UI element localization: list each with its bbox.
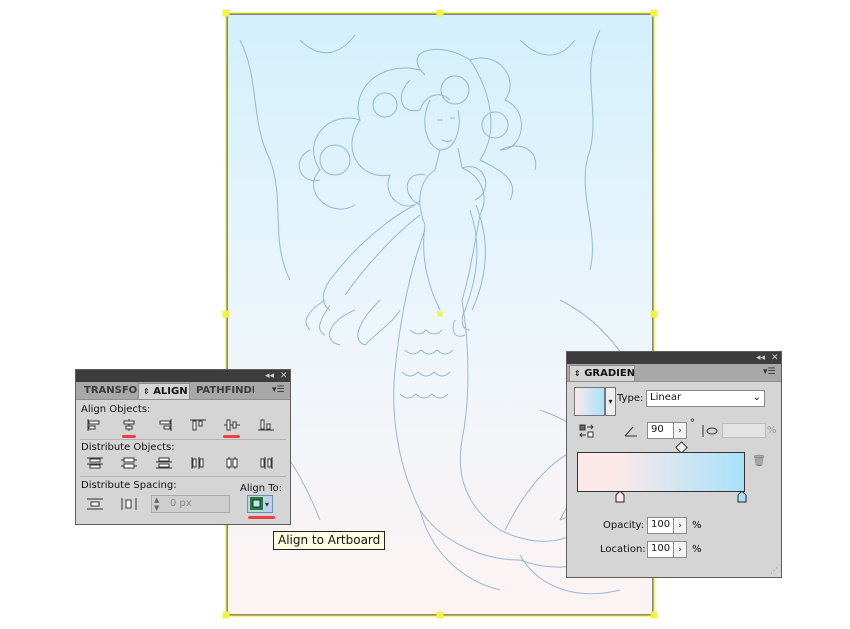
- vertical-align-center-icon[interactable]: [221, 416, 243, 434]
- gradient-panel: ◂◂ ✕ ⇕ GRADIENT ▾☰ ▾ Type: Linear ⌄ 90 ›…: [566, 351, 782, 578]
- tab-align[interactable]: ⇕ ALIGN: [138, 383, 190, 399]
- gradient-panel-titlebar[interactable]: ◂◂ ✕: [567, 352, 781, 364]
- location-field[interactable]: 100: [647, 541, 674, 558]
- opacity-arrow-button[interactable]: ›: [673, 517, 687, 534]
- angle-icon: [622, 422, 640, 440]
- type-select[interactable]: Linear ⌄: [646, 390, 765, 407]
- location-label: Location:: [600, 544, 646, 555]
- tab-align-label: ALIGN: [153, 386, 188, 397]
- horizontal-distribute-right-icon[interactable]: [255, 454, 277, 472]
- gradient-slider[interactable]: [577, 452, 745, 492]
- opacity-field[interactable]: 100: [647, 517, 674, 534]
- chevron-down-icon: ⌄: [752, 392, 761, 403]
- vertical-align-top-icon[interactable]: [187, 416, 209, 434]
- aspect-ratio-field: [722, 423, 766, 438]
- close-icon[interactable]: ✕: [280, 370, 288, 382]
- vertical-distribute-bottom-icon[interactable]: [153, 454, 175, 472]
- gradient-stop-end[interactable]: [737, 490, 747, 503]
- angle-unit: °: [690, 418, 695, 429]
- gradient-stop-start[interactable]: [615, 490, 625, 503]
- spacing-stepper[interactable]: ▲ ▼ 0 px: [151, 495, 230, 513]
- horizontal-distribute-center-icon[interactable]: [221, 454, 243, 472]
- tab-gradient-label: GRADIENT: [584, 368, 635, 379]
- align-objects-label: Align Objects:: [81, 404, 151, 415]
- tab-pathfinder[interactable]: PATHFINDE: [192, 383, 254, 399]
- resize-grip-icon[interactable]: ⋰: [770, 566, 778, 575]
- spacing-input[interactable]: 0 px: [170, 498, 192, 509]
- align-panel: ◂◂ ✕ TRANSFOR ⇕ ALIGN PATHFINDE ▾☰ Align…: [75, 369, 291, 525]
- close-icon[interactable]: ✕: [771, 352, 779, 364]
- gradient-swatch[interactable]: [574, 387, 605, 416]
- horizontal-align-left-icon[interactable]: [84, 416, 106, 434]
- panel-menu-icon[interactable]: ▾☰: [763, 367, 776, 377]
- separator: [80, 476, 286, 477]
- highlight-mark: [122, 435, 136, 438]
- vertical-align-bottom-icon[interactable]: [255, 416, 277, 434]
- opacity-label: Opacity:: [603, 520, 645, 531]
- svg-text:▾: ▾: [265, 500, 269, 509]
- vertical-distribute-top-icon[interactable]: [84, 454, 106, 472]
- vertical-distribute-space-icon[interactable]: [84, 495, 106, 513]
- vertical-distribute-center-icon[interactable]: [118, 454, 140, 472]
- horizontal-align-center-icon[interactable]: [118, 416, 140, 434]
- align-tab-row: TRANSFOR ⇕ ALIGN PATHFINDE ▾☰: [76, 382, 290, 400]
- align-to-artboard-button[interactable]: ▾: [247, 495, 273, 513]
- angle-field[interactable]: 90: [647, 422, 674, 439]
- tab-transform[interactable]: TRANSFOR: [80, 383, 138, 399]
- swatch-dropdown[interactable]: ▾: [605, 387, 616, 416]
- stepper-arrows-icon[interactable]: ▲ ▼: [154, 496, 159, 512]
- align-panel-titlebar[interactable]: ◂◂ ✕: [76, 370, 290, 382]
- collapse-icon[interactable]: ◂◂: [265, 370, 274, 382]
- location-unit: %: [692, 544, 702, 555]
- location-arrow-button[interactable]: ›: [673, 541, 687, 558]
- tab-gradient[interactable]: ⇕ GRADIENT: [569, 365, 635, 381]
- gradient-tab-row: ⇕ GRADIENT ▾☰: [567, 364, 781, 382]
- tab-arrows-icon: ⇕: [143, 387, 150, 396]
- aspect-ratio-icon: [700, 422, 720, 440]
- trash-icon[interactable]: 🗑: [752, 454, 766, 467]
- horizontal-distribute-left-icon[interactable]: [187, 454, 209, 472]
- type-value: Linear: [650, 392, 682, 403]
- separator: [80, 439, 286, 440]
- aspect-unit: %: [767, 425, 777, 436]
- highlight-mark: [223, 435, 240, 438]
- distribute-spacing-label: Distribute Spacing:: [81, 480, 177, 491]
- highlight-mark: [248, 516, 275, 519]
- horizontal-align-right-icon[interactable]: [153, 416, 175, 434]
- angle-arrow-button[interactable]: ›: [673, 422, 687, 439]
- horizontal-distribute-space-icon[interactable]: [118, 495, 140, 513]
- reverse-gradient-icon[interactable]: [577, 422, 597, 440]
- type-label: Type:: [617, 393, 644, 404]
- collapse-icon[interactable]: ◂◂: [756, 352, 765, 364]
- align-to-artboard-tooltip: Align to Artboard: [273, 531, 386, 550]
- opacity-unit: %: [692, 520, 702, 531]
- panel-menu-icon[interactable]: ▾☰: [272, 385, 285, 395]
- tab-arrows-icon: ⇕: [574, 369, 581, 378]
- distribute-objects-label: Distribute Objects:: [81, 442, 175, 453]
- align-to-label: Align To:: [240, 483, 283, 494]
